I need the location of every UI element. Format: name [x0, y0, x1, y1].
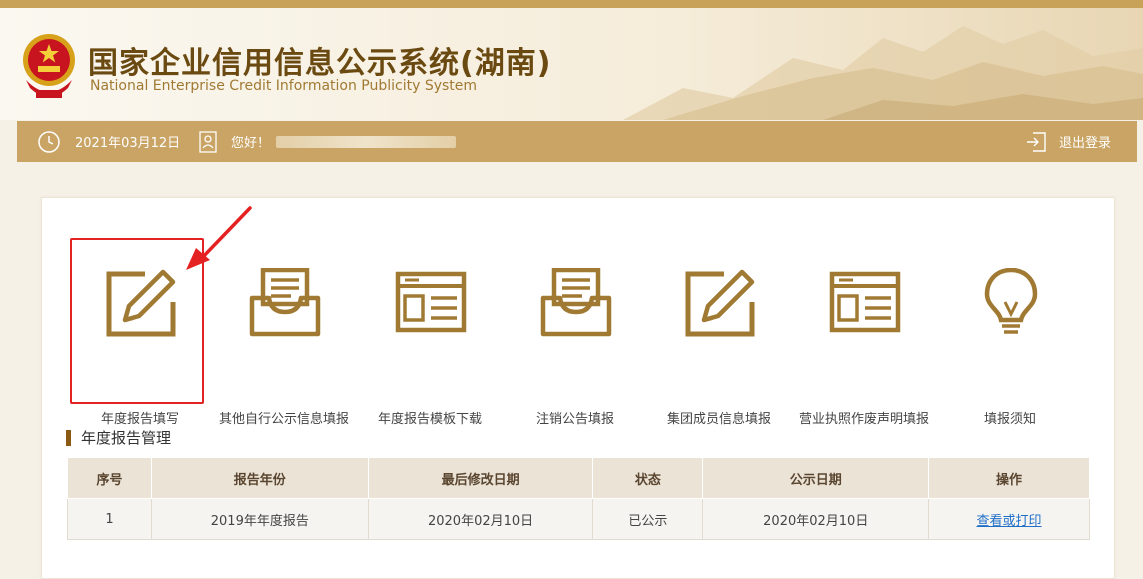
tile-annual-report-template[interactable]: 年度报告模板下载: [360, 238, 500, 427]
clock-icon: [38, 130, 60, 153]
form-template-icon: [829, 271, 901, 333]
column-header: 公示日期: [702, 457, 930, 499]
logout-label: 退出登录: [1059, 136, 1112, 151]
cell-status: 已公示: [592, 498, 704, 540]
greeting-text: 您好！: [231, 136, 271, 151]
inbox-tray-icon: [249, 268, 321, 337]
cell-action: 查看或打印: [928, 498, 1090, 540]
cell-publish-date: 2020年02月10日: [702, 498, 930, 540]
column-header: 报告年份: [150, 457, 369, 499]
user-id-icon: [199, 130, 217, 153]
redacted-username: [276, 135, 457, 148]
site-subtitle: National Enterprise Credit Information P…: [90, 78, 478, 94]
tile-label: 填报须知: [983, 412, 1036, 427]
view-or-print-link[interactable]: 查看或打印: [977, 514, 1042, 529]
main-panel: 年度报告填写 其他自行公示信息填报 年度报告模板下载 注销公告填报 集团成员信息…: [41, 197, 1115, 579]
tile-deregistration-notice[interactable]: 注销公告填报: [505, 238, 645, 427]
site-title: 国家企业信用信息公示系统(湖南): [88, 46, 552, 81]
national-emblem-icon: [23, 34, 75, 98]
cell-last-modified: 2020年02月10日: [367, 498, 594, 540]
cell-report-year: 2019年年度报告: [150, 498, 369, 540]
date-display: 2021年03月12日: [37, 121, 180, 162]
tile-group-member-info[interactable]: 集团成员信息填报: [649, 238, 789, 427]
table-header-row: 序号 报告年份 最后修改日期 状态 公示日期 操作: [67, 457, 1090, 499]
table-row: 1 2019年年度报告 2020年02月10日 已公示 2020年02月10日 …: [67, 498, 1090, 540]
column-header: 状态: [592, 457, 704, 499]
site-header: 国家企业信用信息公示系统(湖南) National Enterprise Cre…: [0, 8, 1143, 120]
column-header: 最后修改日期: [367, 457, 594, 499]
inbox-tray-icon: [540, 268, 612, 337]
column-header: 序号: [67, 457, 152, 499]
column-header: 操作: [928, 457, 1090, 499]
tile-license-void-statement[interactable]: 营业执照作废声明填报: [794, 238, 934, 427]
mountain-decoration: [623, 26, 1143, 120]
logout-icon: [1027, 131, 1046, 152]
greeting-area: 您好！: [199, 121, 457, 162]
current-date: 2021年03月12日: [75, 136, 181, 151]
logout-button[interactable]: 退出登录: [1025, 121, 1111, 162]
cell-serial: 1: [67, 498, 152, 540]
lightbulb-icon: [984, 268, 1038, 334]
red-arrow-annotation: [186, 206, 252, 270]
pencil-edit-icon: [685, 269, 755, 337]
user-bar: 2021年03月12日 您好！ 退出登录: [17, 121, 1137, 162]
section-title-annual-report-management: 年度报告管理: [66, 430, 171, 446]
form-template-icon: [395, 271, 467, 333]
tile-filing-instructions[interactable]: 填报须知: [940, 238, 1080, 427]
top-stripe: [0, 0, 1143, 8]
annual-report-table: 序号 报告年份 最后修改日期 状态 公示日期 操作 1 2019年年度报告 20…: [67, 457, 1090, 540]
